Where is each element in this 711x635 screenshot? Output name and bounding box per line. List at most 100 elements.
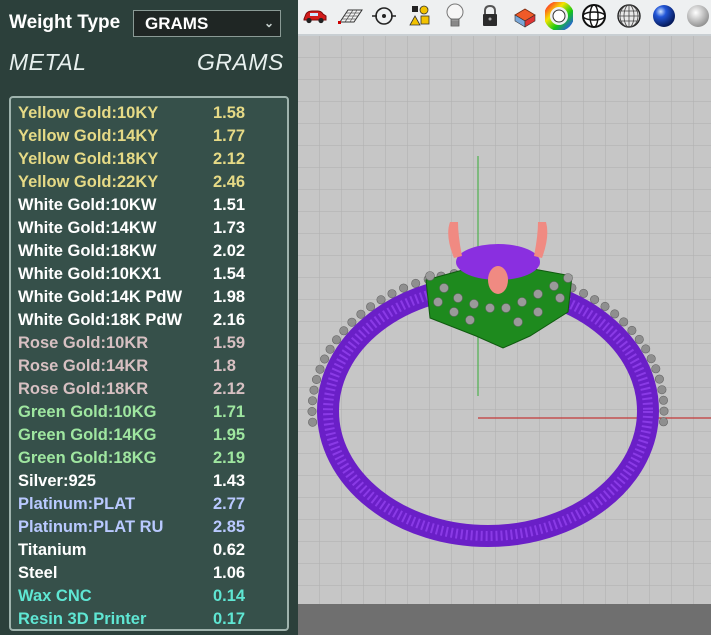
accent-stone (634, 334, 644, 344)
material-book-icon[interactable] (510, 2, 540, 30)
metal-weight-value: 1.71 (213, 403, 246, 421)
metal-row[interactable]: Steel 1.06 (18, 564, 287, 587)
metal-row[interactable]: White Gold:18K PdW 2.16 (18, 311, 287, 334)
metal-name: Rose Gold:10KR (18, 334, 149, 352)
metal-row[interactable]: Yellow Gold:10KY 1.58 (18, 104, 287, 127)
metal-row[interactable]: White Gold:14KW 1.73 (18, 219, 287, 242)
metal-row[interactable]: Yellow Gold:18KY 2.12 (18, 150, 287, 173)
metal-name: Yellow Gold:22KY (18, 173, 159, 191)
metal-weight-value: 2.12 (213, 150, 246, 168)
accent-stone (433, 297, 443, 307)
metal-weight-value: 1.54 (213, 265, 246, 283)
lock-icon[interactable] (475, 2, 505, 30)
metal-weight-value: 2.16 (213, 311, 246, 329)
metal-name: White Gold:18K PdW (18, 311, 183, 329)
mesh-sphere-icon[interactable] (614, 2, 644, 30)
metal-name: White Gold:10KW (18, 196, 157, 214)
blue-sphere-icon[interactable] (649, 2, 679, 30)
metal-name: Platinum:PLAT RU (18, 518, 164, 536)
metal-row[interactable]: Green Gold:10KG 1.71 (18, 403, 287, 426)
metal-row[interactable]: Platinum:PLAT 2.77 (18, 495, 287, 518)
shapes-icon[interactable] (405, 2, 435, 30)
metal-row[interactable]: White Gold:18KW 2.02 (18, 242, 287, 265)
metal-row[interactable]: Platinum:PLAT RU 2.85 (18, 518, 287, 541)
accent-stone (449, 307, 459, 317)
metal-row[interactable]: White Gold:14K PdW 1.98 (18, 288, 287, 311)
accent-stone (533, 307, 543, 317)
metal-column-header: METAL (9, 49, 87, 75)
metal-name: White Gold:14KW (18, 219, 157, 237)
metal-name: Steel (18, 564, 58, 582)
metal-row[interactable]: Rose Gold:10KR 1.59 (18, 334, 287, 357)
weight-type-label: Weight Type (9, 12, 121, 33)
lightbulb-icon[interactable] (440, 2, 470, 30)
metal-weight-value: 0.17 (213, 610, 246, 628)
metal-name: White Gold:10KX1 (18, 265, 162, 283)
accent-stone (347, 317, 357, 327)
wireframe-sphere-icon[interactable] (579, 2, 609, 30)
accent-stone (646, 354, 656, 364)
metal-weight-value: 1.73 (213, 219, 246, 237)
accent-stone (376, 295, 386, 305)
weight-panel: Weight Type GRAMS ⌄ METAL GRAMS Yellow G… (0, 0, 298, 635)
snap-target-icon[interactable] (369, 2, 399, 30)
metal-row[interactable]: Rose Gold:18KR 2.12 (18, 380, 287, 403)
metal-name: Green Gold:14KG (18, 426, 157, 444)
metal-weight-value: 2.02 (213, 242, 246, 260)
metal-weight-value: 2.19 (213, 449, 246, 467)
metal-weight-value: 1.8 (213, 357, 236, 375)
accent-stone (533, 289, 543, 299)
perspective-viewport[interactable] (298, 36, 711, 604)
metal-name: Yellow Gold:18KY (18, 150, 159, 168)
metal-weight-value: 1.43 (213, 472, 246, 490)
weight-type-select[interactable]: GRAMS ⌄ (133, 10, 281, 37)
metal-row[interactable]: Green Gold:18KG 2.19 (18, 449, 287, 472)
accent-stone (485, 303, 495, 313)
metal-row[interactable]: Resin 3D Printer 0.17 (18, 610, 287, 629)
metal-row[interactable]: White Gold:10KX1 1.54 (18, 265, 287, 288)
metal-name: Green Gold:10KG (18, 403, 157, 421)
accent-stone (309, 385, 319, 395)
metal-weight-list[interactable]: Yellow Gold:10KY 1.58 Yellow Gold:14KY 1.77… (9, 96, 289, 631)
metal-row[interactable]: White Gold:10KW 1.51 (18, 196, 287, 219)
metal-weight-value: 1.77 (213, 127, 246, 145)
accent-stone (513, 317, 523, 327)
metal-row[interactable]: Yellow Gold:22KY 2.46 (18, 173, 287, 196)
metal-row[interactable]: Yellow Gold:14KY 1.77 (18, 127, 287, 150)
metal-name: Yellow Gold:10KY (18, 104, 159, 122)
metal-weight-value: 2.77 (213, 495, 246, 513)
color-wheel-icon[interactable] (544, 2, 574, 30)
grams-column-header: GRAMS (197, 49, 284, 75)
metal-weight-value: 1.59 (213, 334, 246, 352)
chevron-down-icon: ⌄ (263, 16, 274, 30)
accent-stone (641, 344, 651, 354)
accent-stone (465, 315, 475, 325)
metal-name: Platinum:PLAT (18, 495, 136, 513)
accent-stone (411, 278, 421, 288)
metal-weight-value: 2.46 (213, 173, 246, 191)
accent-stone (654, 374, 664, 384)
metal-name: Rose Gold:18KR (18, 380, 149, 398)
metal-weight-value: 0.62 (213, 541, 246, 559)
metal-row[interactable]: Rose Gold:14KR 1.8 (18, 357, 287, 380)
accent-stone (453, 293, 463, 303)
metal-weight-value: 1.95 (213, 426, 246, 444)
accent-stone (325, 344, 335, 354)
metal-row[interactable]: Titanium 0.62 (18, 541, 287, 564)
weight-type-value: GRAMS (145, 14, 209, 33)
shaded-sphere-icon[interactable] (683, 2, 711, 30)
metal-row[interactable]: Green Gold:14KG 1.95 (18, 426, 287, 449)
grid-plane-icon[interactable] (335, 2, 365, 30)
accent-stone (308, 417, 318, 427)
car-icon[interactable] (300, 2, 330, 30)
accent-stone (627, 325, 637, 335)
metal-name: White Gold:14K PdW (18, 288, 183, 306)
metal-weight-value: 1.98 (213, 288, 246, 306)
accent-stone (579, 288, 589, 298)
accent-stone (657, 385, 667, 395)
center-stone-prong (488, 266, 508, 294)
metal-row[interactable]: Silver:925 1.43 (18, 472, 287, 495)
metal-weight-value: 2.12 (213, 380, 246, 398)
metal-row[interactable]: Wax CNC 0.14 (18, 587, 287, 610)
accent-stone (563, 273, 573, 283)
